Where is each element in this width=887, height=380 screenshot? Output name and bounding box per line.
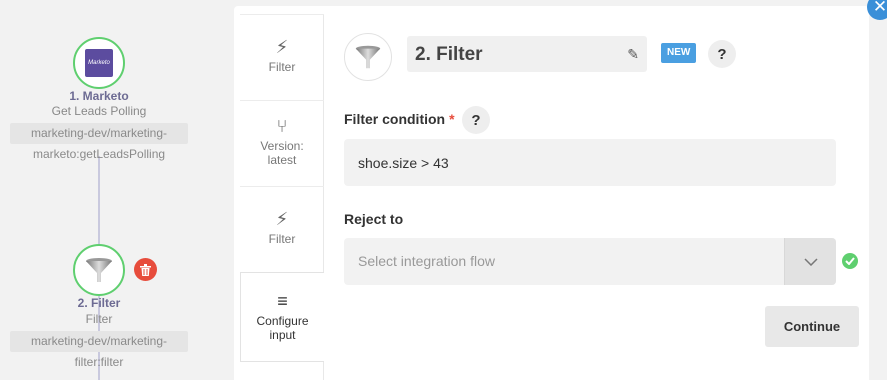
step-config-panel: ⚡ Filter ⑂ Version: latest ⚡ Filter ≡ Co… [234, 6, 869, 380]
tab-configure-input[interactable]: ≡ Configure input [240, 272, 324, 362]
filter-node[interactable] [73, 244, 125, 296]
check-icon [842, 253, 858, 269]
tab-filter[interactable]: ⚡ Filter [240, 14, 324, 97]
tab-label-secondary: latest [267, 153, 297, 167]
step-title-field[interactable]: 2. Filter ✎ [407, 36, 647, 72]
help-icon[interactable]: ? [462, 106, 490, 134]
step-title: 2. Filter [415, 44, 483, 65]
bolt-icon: ⚡ [275, 209, 289, 229]
close-icon[interactable]: ✕ [867, 0, 887, 20]
tab-label: Filter [268, 232, 296, 246]
tab-filter-2[interactable]: ⚡ Filter [240, 186, 324, 269]
tab-version[interactable]: ⑂ Version: latest [240, 100, 324, 183]
pencil-icon[interactable]: ✎ [627, 46, 639, 63]
config-content: 2. Filter ✎ NEW ? Filter condition* ? Re… [344, 6, 864, 380]
trash-icon [140, 263, 151, 276]
funnel-icon [86, 258, 112, 282]
node-subtitle: Get Leads Polling [51, 104, 147, 118]
reject-to-placeholder: Select integration flow [358, 253, 495, 269]
filter-condition-input[interactable] [344, 139, 836, 186]
marketo-node[interactable]: Marketo [73, 37, 125, 89]
tab-label: Filter [268, 60, 296, 74]
delete-node-button[interactable] [134, 258, 157, 281]
step-tabs: ⚡ Filter ⑂ Version: latest ⚡ Filter ≡ Co… [240, 14, 324, 380]
node-path-line: marketing-dev/marketing- [10, 331, 188, 352]
required-mark: * [449, 111, 455, 127]
filter-condition-label: Filter condition * [344, 111, 455, 127]
step-icon [344, 33, 392, 81]
node-path-line: marketo:getLeadsPolling [32, 147, 166, 161]
branch-icon: ⑂ [276, 116, 288, 136]
chevron-down-icon[interactable] [784, 238, 836, 285]
node-title: 1. Marketo [69, 89, 129, 103]
node-path: marketing-dev/marketing- filter:filter [10, 331, 188, 373]
node-path-line: filter:filter [74, 355, 124, 369]
reject-to-label: Reject to [344, 211, 404, 227]
node-subtitle: Filter [85, 312, 113, 326]
node-path-line: marketing-dev/marketing- [10, 123, 188, 144]
node-path: marketing-dev/marketing- marketo:getLead… [10, 123, 188, 165]
tab-label-secondary: input [269, 328, 296, 342]
menu-icon: ≡ [277, 291, 288, 311]
help-icon[interactable]: ? [708, 40, 736, 68]
funnel-icon [355, 45, 381, 69]
filter-condition-label-text: Filter condition [344, 111, 446, 127]
new-badge: NEW [661, 43, 697, 63]
bolt-icon: ⚡ [275, 37, 289, 57]
tab-label: Configure [256, 314, 309, 328]
marketo-logo-icon: Marketo [85, 49, 113, 77]
tab-label: Version: [260, 139, 304, 153]
continue-button[interactable]: Continue [765, 306, 859, 347]
reject-to-select[interactable]: Select integration flow [344, 238, 836, 285]
node-title: 2. Filter [77, 296, 121, 310]
flow-canvas: Marketo 1. Marketo Get Leads Polling mar… [0, 0, 234, 380]
